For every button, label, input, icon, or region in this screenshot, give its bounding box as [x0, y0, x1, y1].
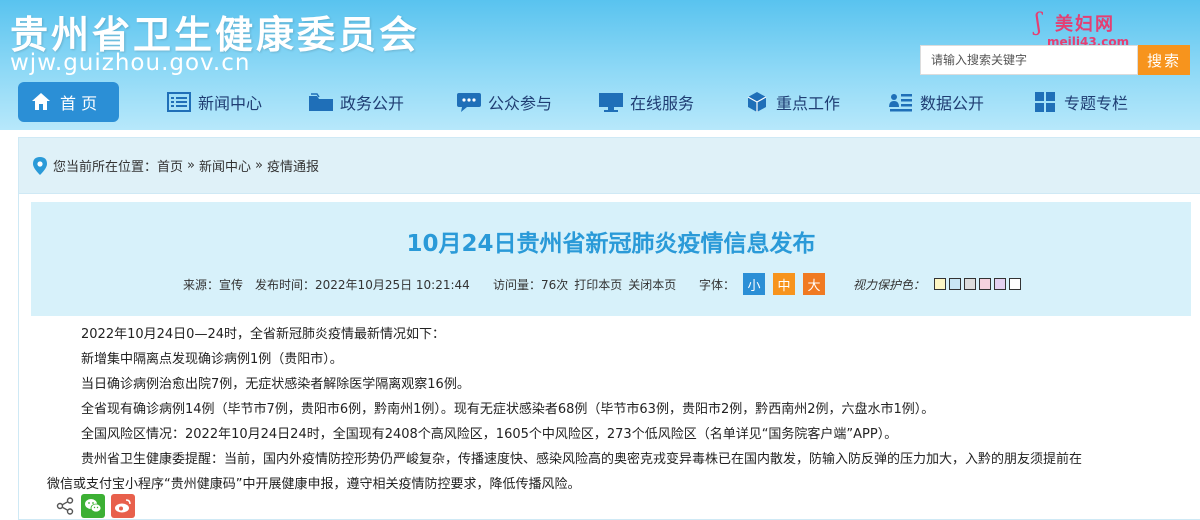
chat-icon	[456, 89, 482, 115]
article-publish-time: 发布时间：2022年10月25日 10:21:44	[255, 277, 470, 292]
breadcrumb-separator: »	[187, 158, 195, 173]
share-bar	[55, 494, 135, 518]
main-nav: 首 页 新闻中心 政务公开 公众参与 在线服务 重点工作 数据公开 专题专栏	[0, 80, 1200, 126]
user-list-icon	[888, 89, 914, 115]
article-visits: 访问量：76次	[493, 277, 569, 292]
nav-label: 新闻中心	[198, 94, 263, 113]
breadcrumb: 您当前所在位置： 首页 » 新闻中心 » 疫情通报	[19, 138, 1200, 194]
nav-item-online-service[interactable]: 在线服务	[598, 82, 694, 122]
font-large-button[interactable]: 大	[803, 273, 826, 295]
monitor-icon	[598, 89, 624, 115]
search-button[interactable]: 搜索	[1138, 45, 1190, 75]
article-source: 来源：宣传	[183, 277, 244, 292]
grid-icon	[1032, 89, 1058, 115]
font-medium-button[interactable]: 中	[773, 273, 796, 295]
nav-item-government-affairs[interactable]: 政务公开	[308, 82, 404, 122]
article-paragraph: 当日确诊病例治愈出院7例，无症状感染者解除医学隔离观察16例。	[81, 377, 470, 392]
article-header: 10月24日贵州省新冠肺炎疫情信息发布 来源：宣传 发布时间：2022年10月2…	[31, 202, 1191, 316]
site-domain: wjw.guizhou.gov.cn	[10, 50, 251, 76]
breadcrumb-epidemic-report[interactable]: 疫情通报	[267, 156, 319, 175]
nav-item-special-topics[interactable]: 专题专栏	[1032, 82, 1128, 122]
nav-label: 首 页	[60, 94, 98, 113]
article-body: 2022年10月24日0—24时，全省新冠肺炎疫情最新情况如下： 新增集中隔离点…	[47, 322, 1181, 497]
nav-label: 在线服务	[630, 94, 695, 113]
nav-label: 重点工作	[776, 94, 841, 113]
article-meta-source: 来源：宣传 发布时间：2022年10月25日 10:21:44	[183, 272, 470, 296]
print-link[interactable]: 打印本页	[574, 276, 622, 293]
article-meta-actions: 访问量：76次 打印本页 关闭本页	[493, 272, 676, 296]
breadcrumb-news-center[interactable]: 新闻中心	[199, 156, 251, 175]
eye-color-swatch-pink[interactable]	[979, 278, 992, 290]
eye-color-swatch-white[interactable]	[1009, 278, 1022, 290]
article-paragraph: 微信或支付宝小程序“贵州健康码”中开展健康申报，遵守相关疫情防控要求，降低传播风…	[47, 477, 581, 492]
nav-item-key-work[interactable]: 重点工作	[744, 82, 840, 122]
article-paragraph: 2022年10月24日0—24时，全省新冠肺炎疫情最新情况如下：	[81, 327, 445, 342]
watermark-text: 美妇网	[1055, 14, 1115, 35]
article-paragraph: 新增集中隔离点发现确诊病例1例（贵阳市）。	[81, 352, 343, 367]
nav-item-home[interactable]: 首 页	[18, 82, 120, 122]
cube-icon	[744, 89, 770, 115]
eye-color-swatch-purple[interactable]	[994, 278, 1007, 290]
watermark-logo-icon: ʃ	[1035, 8, 1042, 36]
eye-protection-controls: 视力保护色：	[853, 272, 1022, 296]
weibo-share-icon[interactable]	[111, 494, 135, 518]
content-area: 您当前所在位置： 首页 » 新闻中心 » 疫情通报 10月24日贵州省新冠肺炎疫…	[18, 137, 1200, 520]
location-pin-icon	[33, 156, 47, 175]
nav-label: 专题专栏	[1064, 94, 1129, 113]
breadcrumb-separator: »	[255, 158, 263, 173]
font-size-controls: 字体： 小 中 大	[699, 272, 826, 296]
nav-label: 公众参与	[488, 94, 553, 113]
nav-label: 政务公开	[340, 94, 405, 113]
breadcrumb-home[interactable]: 首页	[157, 156, 183, 175]
search-input[interactable]	[920, 45, 1138, 75]
eye-color-swatch-yellow[interactable]	[934, 278, 947, 290]
breadcrumb-prefix: 您当前所在位置：	[53, 160, 158, 175]
share-icon[interactable]	[55, 496, 75, 516]
news-list-icon	[166, 89, 192, 115]
folder-icon	[308, 89, 334, 115]
wechat-share-icon[interactable]	[81, 494, 105, 518]
nav-item-public-participation[interactable]: 公众参与	[456, 82, 552, 122]
eye-color-swatch-gray[interactable]	[964, 278, 977, 290]
nav-label: 数据公开	[920, 94, 985, 113]
home-icon	[28, 89, 54, 115]
article-paragraph: 全省现有确诊病例14例（毕节市7例，贵阳市6例，黔南州1例）。现有无症状感染者6…	[81, 402, 935, 417]
article-paragraph: 贵州省卫生健康委提醒：当前，国内外疫情防控形势仍严峻复杂，传播速度快、感染风险高…	[81, 452, 1083, 467]
font-size-label: 字体：	[699, 277, 736, 292]
font-small-button[interactable]: 小	[743, 273, 766, 295]
article-paragraph: 全国风险区情况：2022年10月24日24时，全国现有2408个高风险区，160…	[81, 427, 898, 442]
article-title: 10月24日贵州省新冠肺炎疫情信息发布	[406, 231, 816, 257]
nav-item-news[interactable]: 新闻中心	[166, 82, 262, 122]
nav-item-data-disclosure[interactable]: 数据公开	[888, 82, 984, 122]
close-link[interactable]: 关闭本页	[628, 276, 676, 293]
eye-color-swatch-blue[interactable]	[949, 278, 962, 290]
eye-protection-label: 视力保护色：	[853, 277, 926, 292]
